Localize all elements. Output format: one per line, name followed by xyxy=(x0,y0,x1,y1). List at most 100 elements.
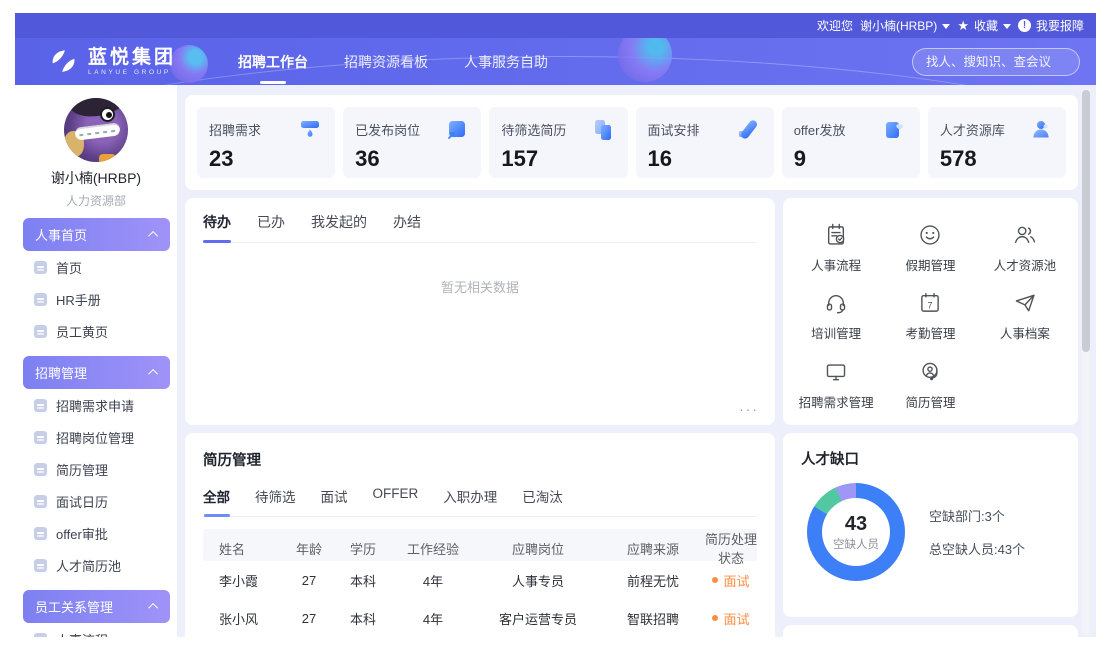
status-badge: 面试 xyxy=(712,571,749,590)
clipboard-icon xyxy=(823,222,849,248)
gap-center-value: 43 xyxy=(845,513,867,535)
gap-stat-departments: 空缺部门:3个 xyxy=(929,506,1025,525)
todo-panel: 待办 已办 我发起的 办结 暂无相关数据 ··· xyxy=(185,198,775,425)
resume-tab-interview[interactable]: 面试 xyxy=(321,486,348,506)
nav-tab-hr-selfservice[interactable]: 人事服务自助 xyxy=(464,46,548,78)
stat-published-jobs[interactable]: 已发布岗位 36 xyxy=(343,107,481,178)
stat-pending-resumes[interactable]: 待筛选简历 157 xyxy=(489,107,627,178)
nav-tab-recruit-workbench[interactable]: 招聘工作台 xyxy=(238,46,308,78)
welcome-strip: 欢迎您 谢小楠(HRBP) ★ 收藏 ! 我要报障 xyxy=(15,13,1096,38)
resume-tab-all[interactable]: 全部 xyxy=(203,486,230,506)
job-manage-icon xyxy=(34,431,47,444)
gap-stat-total: 总空缺人员:43个 xyxy=(929,539,1025,558)
more-ellipsis-button[interactable]: ··· xyxy=(739,401,759,417)
resume-tab-onboarding[interactable]: 入职办理 xyxy=(443,486,497,506)
quicklink-holiday-manage[interactable]: 假期管理 xyxy=(883,214,977,282)
table-header: 姓名 年龄 学历 工作经验 应聘岗位 应聘来源 简历处理状态 xyxy=(203,529,757,561)
app-window: 欢迎您 谢小楠(HRBP) ★ 收藏 ! 我要报障 蓝悦集团 LANYUE GR… xyxy=(15,13,1096,637)
offer-issued-icon xyxy=(882,117,908,143)
status-dot-icon xyxy=(712,615,718,621)
calendar-7-icon: 7 xyxy=(917,290,943,316)
stat-interview-schedule[interactable]: 面试安排 16 xyxy=(636,107,774,178)
chevron-down-icon xyxy=(1003,24,1011,29)
quicklink-resume-manage[interactable]: 简历管理 xyxy=(883,351,977,419)
sidebar-item-hr-process[interactable]: 人事流程 xyxy=(15,623,177,637)
content-area: 谢小楠(HRBP) 人力资源部 人事首页 首页 HR手册 员工黄页 招聘管理 xyxy=(15,85,1096,637)
resume-title: 简历管理 xyxy=(203,449,757,470)
table-row[interactable]: 李小霞 27 本科 4年 人事专员 前程无忧 面试 xyxy=(203,561,757,599)
interview-schedule-icon xyxy=(736,117,762,143)
pending-resumes-icon xyxy=(590,117,616,143)
sidebar-section-recruit-manage[interactable]: 招聘管理 xyxy=(23,356,170,389)
user-menu[interactable]: 谢小楠(HRBP) xyxy=(860,17,950,34)
resume-tab-pending[interactable]: 待筛选 xyxy=(255,486,296,506)
sidebar-section-hr-home[interactable]: 人事首页 xyxy=(23,218,170,251)
sidebar-section-employee-relations[interactable]: 员工关系管理 xyxy=(23,590,170,623)
home-icon xyxy=(34,261,47,274)
status-badge: 面试 xyxy=(712,609,749,628)
brand-logo[interactable]: 蓝悦集团 LANYUE GROUP xyxy=(49,48,176,76)
report-issue-button[interactable]: ! 我要报障 xyxy=(1018,17,1084,34)
profile-department: 人力资源部 xyxy=(15,192,177,209)
welcome-text: 欢迎您 xyxy=(817,17,853,34)
resume-panel: 简历管理 全部 待筛选 面试 OFFER 入职办理 已淘汰 姓名 年龄 学历 工… xyxy=(185,433,775,637)
sidebar-item-home[interactable]: 首页 xyxy=(15,251,177,283)
sidebar-item-hr-handbook[interactable]: HR手册 xyxy=(15,283,177,315)
quicklink-recruit-demand-manage[interactable]: 招聘需求管理 xyxy=(789,351,883,419)
published-jobs-icon xyxy=(443,117,469,143)
quicklink-talent-pool[interactable]: 人才资源池 xyxy=(978,214,1072,282)
favorites-menu[interactable]: ★ 收藏 xyxy=(957,17,1011,34)
smiley-icon xyxy=(917,222,943,248)
resume-tab-eliminated[interactable]: 已淘汰 xyxy=(522,486,563,506)
recruit-demand-icon xyxy=(297,117,323,143)
support-agent-icon xyxy=(917,359,943,385)
sidebar-item-talent-resume-pool[interactable]: 人才简历池 xyxy=(15,549,177,581)
sidebar-item-recruit-job-manage[interactable]: 招聘岗位管理 xyxy=(15,421,177,453)
chevron-down-icon xyxy=(942,24,950,29)
talent-gap-chart: 43 空缺人员 xyxy=(807,483,905,581)
nav-tabs: 招聘工作台 招聘资源看板 人事服务自助 xyxy=(238,46,548,78)
scrollbar-thumb[interactable] xyxy=(1082,90,1090,352)
chevron-up-icon xyxy=(148,231,158,241)
monitor-icon xyxy=(823,359,849,385)
talent-gap-title: 人才缺口 xyxy=(801,448,1060,469)
sidebar-item-offer-approval[interactable]: offer审批 xyxy=(15,517,177,549)
search-input[interactable] xyxy=(926,55,1087,69)
todo-tab-pending[interactable]: 待办 xyxy=(203,212,231,232)
avatar xyxy=(64,98,128,162)
brand-name: 蓝悦集团 xyxy=(88,48,176,68)
process-icon xyxy=(34,633,47,638)
brand-swirl-icon xyxy=(49,48,79,75)
sidebar-item-resume-manage[interactable]: 简历管理 xyxy=(15,453,177,485)
directory-icon xyxy=(34,325,47,338)
stat-recruit-demand[interactable]: 招聘需求 23 xyxy=(197,107,335,178)
quicklink-attendance-manage[interactable]: 7 考勤管理 xyxy=(883,282,977,350)
todo-tab-initiated[interactable]: 我发起的 xyxy=(311,212,367,232)
empty-state-text: 暂无相关数据 xyxy=(203,277,757,296)
paper-plane-icon xyxy=(1012,290,1038,316)
sidebar-item-recruit-demand-apply[interactable]: 招聘需求申请 xyxy=(15,389,177,421)
quick-links-panel: 人事流程 假期管理 人才资源池 培训管理 xyxy=(783,198,1078,425)
stat-talent-repository[interactable]: 人才资源库 578 xyxy=(928,107,1066,178)
status-dot-icon xyxy=(712,577,718,583)
stat-offer-issued[interactable]: offer发放 9 xyxy=(782,107,920,178)
todo-tab-closed[interactable]: 办结 xyxy=(393,212,421,232)
todo-tab-done[interactable]: 已办 xyxy=(257,212,285,232)
exclamation-icon: ! xyxy=(1018,19,1031,32)
quicklink-hr-process[interactable]: 人事流程 xyxy=(789,214,883,282)
nav-tab-recruit-dashboard[interactable]: 招聘资源看板 xyxy=(344,46,428,78)
sidebar-item-employee-directory[interactable]: 员工黄页 xyxy=(15,315,177,347)
profile-name: 谢小楠(HRBP) xyxy=(15,168,177,188)
stats-panel: 招聘需求 23 已发布岗位 xyxy=(185,95,1078,190)
quicklink-training-manage[interactable]: 培训管理 xyxy=(789,282,883,350)
sidebar: 谢小楠(HRBP) 人力资源部 人事首页 首页 HR手册 员工黄页 招聘管理 xyxy=(15,85,177,637)
approval-icon xyxy=(34,527,47,540)
talent-pool-icon xyxy=(34,559,47,572)
resume-tab-offer[interactable]: OFFER xyxy=(373,486,419,506)
global-search[interactable] xyxy=(912,48,1080,76)
handbook-icon xyxy=(34,293,47,306)
sidebar-item-interview-calendar[interactable]: 面试日历 xyxy=(15,485,177,517)
resume-table: 姓名 年龄 学历 工作经验 应聘岗位 应聘来源 简历处理状态 李小霞 27 本科… xyxy=(203,529,757,637)
table-row[interactable]: 张小风 27 本科 4年 客户运营专员 智联招聘 面试 xyxy=(203,599,757,637)
quicklink-hr-archive[interactable]: 人事档案 xyxy=(978,282,1072,350)
